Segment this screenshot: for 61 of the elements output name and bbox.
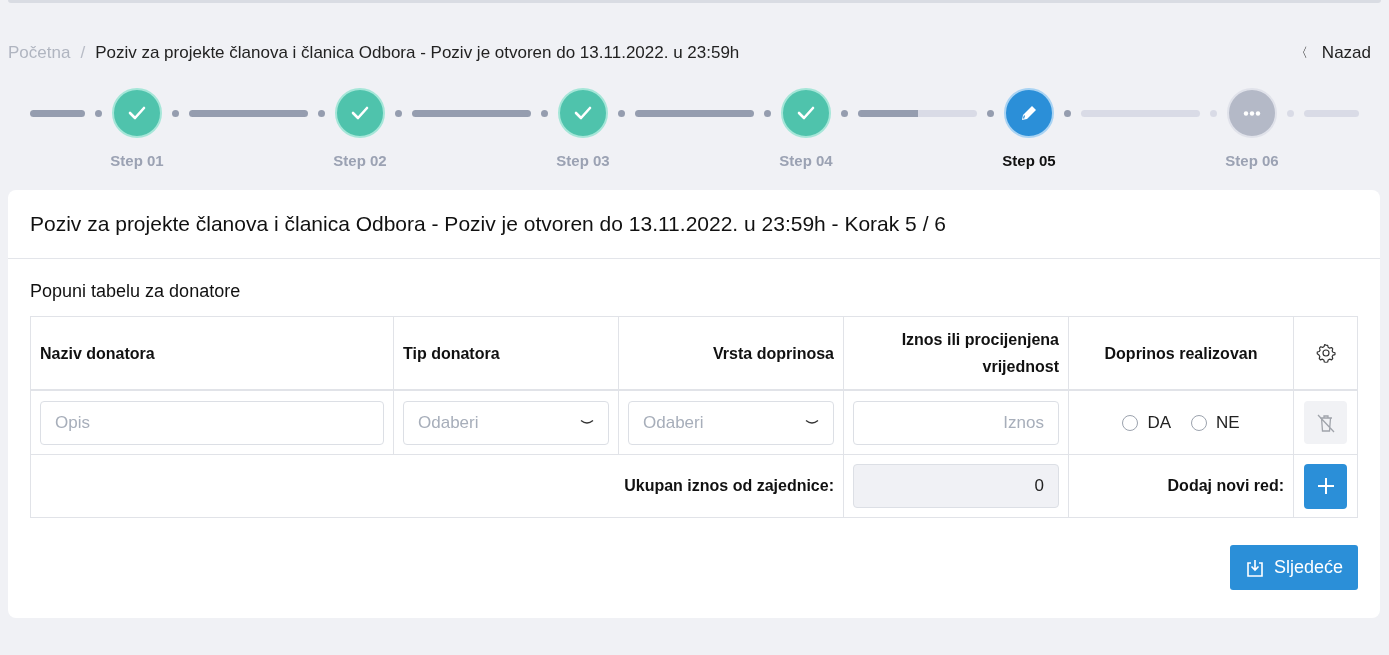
check-icon (574, 106, 592, 120)
chevron-down-icon (580, 419, 594, 426)
card-title: Poziv za projekte članova i članica Odbora - Poziv je otvoren do 13.11.2022. u 23:59h - Korak 5 / 6 (30, 212, 946, 236)
check-icon (128, 106, 146, 120)
section-title: Popuni tabelu za donatore (30, 281, 241, 301)
step-dot (841, 109, 848, 117)
step-label: Step 02 (333, 152, 387, 169)
column-header: Iznos ili procijenjena vrijednost (900, 330, 1059, 377)
back-link[interactable]: 〈 Nazad (1294, 43, 1371, 63)
total-field: 0 (853, 464, 1059, 508)
radio-option[interactable]: DA (1122, 412, 1171, 433)
step-circle[interactable] (558, 88, 608, 138)
column-header: Vrsta doprinosa (713, 344, 834, 362)
placeholder: Opis (55, 412, 90, 433)
check-icon (351, 106, 369, 120)
check-icon (797, 106, 815, 120)
step-circle[interactable] (1227, 88, 1277, 138)
step-circle[interactable] (335, 88, 385, 138)
placeholder: Odaberi (418, 412, 479, 433)
radio-label: DA (1147, 412, 1171, 433)
select-field[interactable]: Odaberi (403, 400, 609, 445)
step-dot (541, 109, 548, 117)
download-icon (1244, 557, 1265, 578)
step-dot (618, 109, 625, 117)
select-field[interactable]: Odaberi (628, 400, 834, 445)
settings-icon[interactable] (1315, 343, 1336, 363)
total-label: Ukupan iznos od zajednice: (624, 477, 834, 494)
column-header: Doprinos realizovan (1104, 344, 1258, 362)
pencil-icon (1019, 103, 1039, 123)
step-dot (95, 109, 102, 117)
step-dot (318, 109, 325, 117)
step-circle[interactable] (1004, 88, 1054, 138)
add-row-button[interactable] (1304, 463, 1347, 509)
add-row-label: Dodaj novi red: (1167, 477, 1284, 494)
radio-option[interactable]: NE (1191, 412, 1240, 433)
column-header: Naziv donatora (40, 344, 155, 362)
chevron-down-icon (805, 419, 819, 426)
more-icon (1243, 110, 1261, 116)
amount-field[interactable]: Iznos (853, 400, 1059, 445)
step-circle[interactable] (781, 88, 831, 138)
placeholder: Iznos (1003, 412, 1044, 433)
breadcrumb-current: Poziv za projekte članova i članica Odbora - Poziv je otvoren do 13.11.2022. u 23:59h (95, 43, 740, 63)
step-label: Step 06 (1225, 152, 1279, 169)
breadcrumb-link[interactable]: Početna (8, 43, 71, 63)
step-label: Step 04 (779, 152, 833, 169)
step-dot (395, 109, 402, 117)
step-label: Step 05 (1002, 152, 1056, 169)
plus-icon (1316, 477, 1335, 495)
breadcrumb-separator: / (80, 43, 86, 63)
step-label: Step 01 (110, 152, 164, 169)
radio-label: NE (1216, 412, 1240, 433)
text-field[interactable]: Opis (40, 400, 384, 445)
step-label: Step 03 (556, 152, 610, 169)
step-circle[interactable] (112, 88, 162, 138)
step-dot (172, 109, 179, 117)
placeholder: Odaberi (643, 412, 704, 433)
step-dot (1064, 109, 1071, 117)
next-button[interactable]: Sljedeće (1229, 545, 1358, 590)
step-dot (987, 109, 994, 117)
column-header: Tip donatora (403, 344, 500, 362)
step-dot (764, 109, 771, 117)
